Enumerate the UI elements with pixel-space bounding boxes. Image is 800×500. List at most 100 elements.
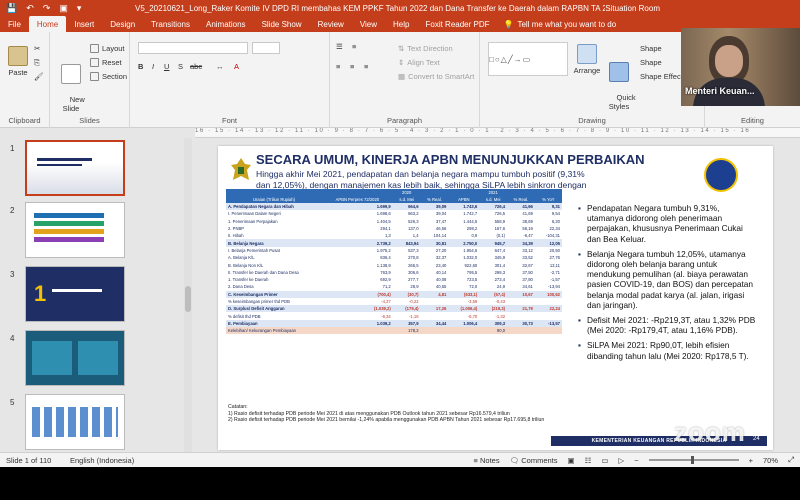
slide-thumbnail-1[interactable] bbox=[25, 140, 125, 196]
align-text-button[interactable]: ⇕ Align Text bbox=[398, 58, 440, 67]
zoom-slider[interactable] bbox=[648, 456, 739, 464]
font-color-icon[interactable]: A bbox=[234, 62, 239, 71]
bold-icon[interactable]: B bbox=[138, 62, 143, 71]
scrollbar-thumb[interactable] bbox=[185, 286, 191, 312]
customize-icon[interactable]: ▾ bbox=[77, 3, 82, 14]
font-size-box[interactable] bbox=[252, 42, 280, 54]
save-icon[interactable]: 💾 bbox=[6, 3, 17, 14]
layout-icon bbox=[90, 44, 99, 53]
slide-thumbnail-2[interactable] bbox=[25, 202, 125, 258]
tab-review[interactable]: Review bbox=[310, 16, 352, 32]
slides-group-label: Slides bbox=[79, 116, 100, 125]
align-right-icon[interactable]: ≡ bbox=[364, 62, 368, 71]
slide-sorter-icon[interactable]: ☷ bbox=[585, 456, 592, 465]
value-cell bbox=[535, 298, 562, 305]
tab-view[interactable]: View bbox=[352, 16, 385, 32]
section-label: Section bbox=[102, 72, 128, 81]
language-indicator[interactable]: English (Indonesia) bbox=[70, 456, 134, 465]
zoom-in-icon[interactable]: + bbox=[749, 456, 753, 465]
tab-slide-show[interactable]: Slide Show bbox=[254, 16, 310, 32]
thumbnail-bar bbox=[34, 237, 104, 242]
thumbnail-bar bbox=[34, 229, 104, 234]
quick-access-toolbar: 💾 ↶ ↷ ▣ ▾ bbox=[0, 3, 135, 14]
thumbnails-scrollbar[interactable] bbox=[184, 138, 192, 452]
section-button[interactable]: Section bbox=[90, 72, 127, 81]
column-header-cell: s.d. Mei bbox=[392, 196, 421, 203]
shape-effects-button[interactable]: Shape Effects bbox=[640, 72, 687, 81]
value-cell: 22,24 bbox=[534, 305, 562, 313]
row-label-cell: D. Surplus/ Defisit Anggaran bbox=[226, 305, 322, 313]
year-header-cell bbox=[507, 189, 535, 196]
numbering-icon[interactable]: ≡ bbox=[352, 42, 356, 51]
quick-styles-button[interactable]: Quick Styles bbox=[604, 44, 636, 120]
slide-thumbnail-5[interactable] bbox=[25, 394, 125, 450]
text-direction-button[interactable]: ⇅ Text Direction bbox=[398, 44, 453, 53]
tab-insert[interactable]: Insert bbox=[66, 16, 102, 32]
zoom-out-icon[interactable]: − bbox=[634, 456, 638, 465]
status-bar: Slide 1 of 110 English (Indonesia) ≡ Not… bbox=[0, 452, 800, 467]
layout-button[interactable]: Layout bbox=[90, 44, 125, 53]
italic-icon[interactable]: I bbox=[152, 62, 154, 71]
value-cell: 1,3 bbox=[384, 233, 391, 239]
value-cell: 33,12 bbox=[522, 247, 533, 253]
value-cell: 20,50 bbox=[549, 247, 560, 253]
fit-slide-icon[interactable]: ⤢ bbox=[788, 455, 794, 465]
tab-transitions[interactable]: Transitions bbox=[143, 16, 198, 32]
shape-fill-button[interactable]: Shape bbox=[640, 44, 662, 53]
slideshow-icon[interactable]: ▷ bbox=[618, 456, 624, 465]
shapes-gallery[interactable]: □○△╱→▭ bbox=[488, 42, 568, 76]
tell-me-search[interactable]: 💡 Tell me what you want to do bbox=[498, 16, 617, 32]
value-cell: 27,76 bbox=[549, 255, 560, 261]
value-cell: 37,50 bbox=[522, 269, 533, 275]
shadow-icon[interactable]: S bbox=[178, 62, 183, 71]
quick-styles-label: Quick Styles bbox=[608, 93, 636, 111]
layout-label: Layout bbox=[102, 44, 125, 53]
value-cell: 13,11 bbox=[549, 262, 560, 268]
format-painter-icon[interactable]: 🖌 bbox=[34, 72, 44, 81]
tab-help[interactable]: Help bbox=[385, 16, 417, 32]
shape-outline-button[interactable]: Shape bbox=[640, 58, 662, 67]
current-slide[interactable]: SECARA UMUM, KINERJA APBN MENUNJUKKAN PE… bbox=[218, 146, 773, 450]
strikethrough-icon[interactable]: abc bbox=[190, 62, 202, 71]
comments-button[interactable]: 🗨 Comments bbox=[510, 456, 558, 465]
underline-icon[interactable]: U bbox=[164, 62, 169, 71]
undo-icon[interactable]: ↶ bbox=[26, 3, 34, 14]
value-cell: 1.698,6 bbox=[376, 211, 391, 217]
tab-animations[interactable]: Animations bbox=[198, 16, 254, 32]
shape-outline-label: Shape bbox=[640, 58, 662, 67]
align-left-icon[interactable]: ≡ bbox=[336, 62, 340, 71]
thumbnail-number: 2 bbox=[10, 206, 15, 215]
table-row: % keseimbangan primer thd PDB -4,27 -0,22 -… bbox=[226, 298, 562, 305]
present-icon[interactable]: ▣ bbox=[59, 3, 68, 14]
align-center-icon[interactable]: ≡ bbox=[350, 62, 354, 71]
tab-foxit[interactable]: Foxit Reader PDF bbox=[417, 16, 497, 32]
search-room[interactable]: Situation Room bbox=[605, 4, 800, 13]
copy-icon[interactable]: ⎘ bbox=[34, 58, 40, 68]
zoom-level[interactable]: 70% bbox=[763, 456, 778, 465]
reset-button[interactable]: Reset bbox=[90, 58, 122, 67]
reading-view-icon[interactable]: ▭ bbox=[601, 456, 608, 465]
tab-file[interactable]: File bbox=[0, 16, 29, 32]
redo-icon[interactable]: ↷ bbox=[43, 3, 51, 14]
slide-thumbnails-pane: 1 2 3 1 4 5 bbox=[0, 138, 180, 452]
table-row: D. Surplus/ Defisit Anggaran (1.039,2) (17… bbox=[226, 305, 562, 313]
ribbon-tabs: File Home Insert Design Transitions Anim… bbox=[0, 16, 800, 32]
convert-smartart-button[interactable]: ▦ Convert to SmartArt bbox=[398, 72, 474, 81]
normal-view-icon[interactable]: ▣ bbox=[568, 456, 575, 465]
value-cell: -0,22 bbox=[409, 299, 419, 304]
slide-thumbnail-4[interactable] bbox=[25, 330, 125, 386]
new-slide-button[interactable]: New Slide bbox=[56, 46, 86, 122]
font-name-box[interactable] bbox=[138, 42, 248, 54]
value-cell: 836,4 bbox=[380, 255, 391, 261]
arrange-button[interactable]: Arrange bbox=[572, 44, 602, 75]
bullets-icon[interactable]: ☰ bbox=[336, 42, 343, 51]
tab-home[interactable]: Home bbox=[28, 16, 67, 32]
slide-thumbnail-3[interactable]: 1 bbox=[25, 266, 125, 322]
value-cell: 41,69 bbox=[522, 211, 533, 217]
value-cell: 843,94 bbox=[392, 239, 421, 247]
paste-button[interactable]: Paste bbox=[6, 46, 30, 77]
cut-icon[interactable]: ✂ bbox=[34, 44, 40, 53]
notes-button[interactable]: ≡ Notes bbox=[474, 456, 500, 465]
char-spacing-icon[interactable]: ↔ bbox=[216, 62, 224, 71]
tab-design[interactable]: Design bbox=[102, 16, 143, 32]
